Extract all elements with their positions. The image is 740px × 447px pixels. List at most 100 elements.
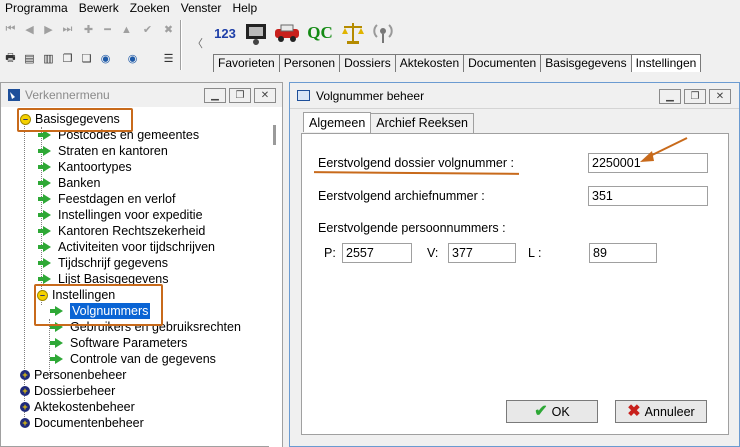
dossier-number-label: Eerstvolgend dossier volgnummer :	[318, 156, 514, 170]
radio-button[interactable]	[368, 18, 398, 48]
scales-button[interactable]	[338, 18, 368, 48]
archive-number-label: Eerstvolgend archiefnummer :	[318, 189, 485, 203]
explorer-scrollbar[interactable]	[269, 107, 282, 447]
confirm-icon[interactable]: ✔	[139, 21, 156, 38]
tab-aktekosten[interactable]: Aktekosten	[394, 54, 465, 72]
cancel-button[interactable]: ✖ Annuleer	[615, 400, 707, 423]
restore-icon[interactable]: ❐	[684, 89, 706, 104]
menu-bewerk[interactable]: Bewerk	[74, 0, 125, 17]
qc-button[interactable]: QC	[305, 18, 335, 48]
print-icon[interactable]: 🖶	[2, 50, 19, 67]
tab-favorieten[interactable]: Favorieten	[213, 54, 280, 72]
last-record-icon[interactable]: ⏭	[59, 21, 76, 38]
green-arrow-icon	[38, 194, 51, 204]
toolbar-separator	[180, 20, 182, 70]
list-icon[interactable]: ☰	[160, 50, 177, 67]
expand-node-icon[interactable]: +	[20, 386, 30, 396]
green-arrow-icon	[38, 242, 51, 252]
menu-bar: Programma Bewerk Zoeken Venster Help	[0, 0, 740, 17]
numbering-button[interactable]: 123	[210, 18, 240, 48]
window-icon	[297, 90, 310, 101]
tree-node-straten[interactable]: Straten en kantoren	[38, 143, 168, 159]
tab-basisgegevens[interactable]: Basisgegevens	[540, 54, 632, 72]
tree-node-feestdagen[interactable]: Feestdagen en verlof	[38, 191, 176, 207]
toolbar: ⏮ ◀ ▶ ⏭ ✚ ━ ▲ ✔ ✖ 🖶 ▤ ▥ ❐ ❑ ◉ ◉ ☰ 〈 123 …	[0, 18, 740, 74]
volgnummer-dialog: Volgnummer beheer ▁ ❐ ✕ Algemeen Archief…	[289, 82, 740, 447]
archive-number-field[interactable]: 351	[588, 186, 708, 206]
tree-node-label: Activiteiten voor tijdschrijven	[58, 240, 216, 254]
tree-node-aktekostenbeheer[interactable]: + Aktekostenbeheer	[20, 399, 135, 415]
forward-circle-icon[interactable]: ◉	[124, 50, 141, 67]
tree-node-documentenbeheer[interactable]: + Documentenbeheer	[20, 415, 144, 431]
back-circle-icon[interactable]: ◉	[97, 50, 114, 67]
delete-record-icon[interactable]: ━	[99, 21, 116, 38]
tree-node-label: Software Parameters	[70, 336, 188, 350]
cancel-icon[interactable]: ✖	[160, 21, 177, 38]
monitor-icon	[246, 24, 266, 45]
l-label: L :	[528, 246, 542, 260]
next-record-icon[interactable]: ▶	[40, 21, 57, 38]
check-icon: ✔	[534, 402, 548, 420]
edit-record-icon[interactable]: ▲	[118, 21, 135, 38]
person-numbers-label: Eerstvolgende persoonnummers :	[318, 221, 506, 235]
explorer-icon	[8, 89, 20, 101]
menu-zoeken[interactable]: Zoeken	[125, 0, 176, 17]
green-arrow-icon	[50, 354, 63, 364]
paste-icon[interactable]: ❑	[78, 50, 95, 67]
minimize-icon[interactable]: ▁	[204, 88, 226, 103]
tab-documenten[interactable]: Documenten	[463, 54, 542, 72]
add-record-icon[interactable]: ✚	[80, 21, 97, 38]
tree-node-label: Kantoren Rechtszekerheid	[58, 224, 206, 238]
monitor-button[interactable]	[241, 18, 271, 48]
tree-node-dossierbeheer[interactable]: + Dossierbeheer	[20, 383, 115, 399]
menu-venster[interactable]: Venster	[176, 0, 228, 17]
menu-help[interactable]: Help	[227, 0, 263, 17]
close-icon[interactable]: ✕	[709, 89, 731, 104]
menu-programma[interactable]: Programma	[0, 0, 74, 17]
tab-algemeen[interactable]: Algemeen	[303, 112, 372, 132]
dialog-tabs: Algemeen Archief Reeksen	[303, 112, 475, 133]
cancel-x-icon: ✖	[627, 402, 641, 420]
tree-node-activiteiten[interactable]: Activiteiten voor tijdschrijven	[38, 239, 216, 255]
tree-node-kantoortypes[interactable]: Kantoortypes	[38, 159, 132, 175]
collapse-icon[interactable]: 〈	[189, 34, 206, 51]
tree-node-controle[interactable]: Controle van de gegevens	[50, 351, 216, 367]
expand-node-icon[interactable]: +	[20, 370, 30, 380]
tab-archief-reeksen[interactable]: Archief Reeksen	[370, 113, 475, 133]
l-number-field[interactable]: 89	[589, 243, 657, 263]
expand-node-icon[interactable]: +	[20, 402, 30, 412]
v-number-field[interactable]: 377	[448, 243, 516, 263]
close-icon[interactable]: ✕	[254, 88, 276, 103]
tree-node-tijdschrijf[interactable]: Tijdschrijf gegevens	[38, 255, 168, 271]
expand-node-icon[interactable]: +	[20, 418, 30, 428]
p-number-field[interactable]: 2557	[342, 243, 412, 263]
preview-icon[interactable]: ▤	[21, 50, 38, 67]
tree-node-label: Personenbeheer	[34, 368, 127, 382]
tree-node-banken[interactable]: Banken	[38, 175, 100, 191]
annotation-arrow	[640, 137, 688, 162]
tree-node-kantoren-rechtszekerheid[interactable]: Kantoren Rechtszekerheid	[38, 223, 206, 239]
copy-icon[interactable]: ❐	[59, 50, 76, 67]
dialog-window-controls: ▁ ❐ ✕	[659, 89, 731, 104]
tree-node-software-parameters[interactable]: Software Parameters	[50, 335, 188, 351]
tab-personen[interactable]: Personen	[278, 54, 341, 72]
tab-instellingen[interactable]: Instellingen	[630, 54, 702, 72]
ok-button[interactable]: ✔ OK	[506, 400, 598, 423]
document-icon[interactable]: ▥	[40, 50, 57, 67]
tab-dossiers[interactable]: Dossiers	[339, 54, 396, 72]
tree-node-personenbeheer[interactable]: + Personenbeheer	[20, 367, 126, 383]
explorer-tree: – Basisgegevens Postcodes en gemeentes S…	[1, 107, 271, 447]
green-arrow-icon	[38, 178, 51, 188]
minimize-icon[interactable]: ▁	[659, 89, 681, 104]
green-arrow-icon	[38, 258, 51, 268]
first-record-icon[interactable]: ⏮	[2, 21, 19, 38]
explorer-window: Verkennermenu ▁ ❐ ✕ – Basisgegevens Post…	[0, 82, 283, 447]
restore-icon[interactable]: ❐	[229, 88, 251, 103]
tree-node-expeditie[interactable]: Instellingen voor expeditie	[38, 207, 203, 223]
tree-node-label: Feestdagen en verlof	[58, 192, 176, 206]
prev-record-icon[interactable]: ◀	[21, 21, 38, 38]
v-label: V:	[427, 246, 439, 260]
scrollbar-thumb[interactable]	[273, 125, 276, 145]
tree-node-label: Instellingen voor expeditie	[58, 208, 203, 222]
car-button[interactable]	[272, 18, 302, 48]
